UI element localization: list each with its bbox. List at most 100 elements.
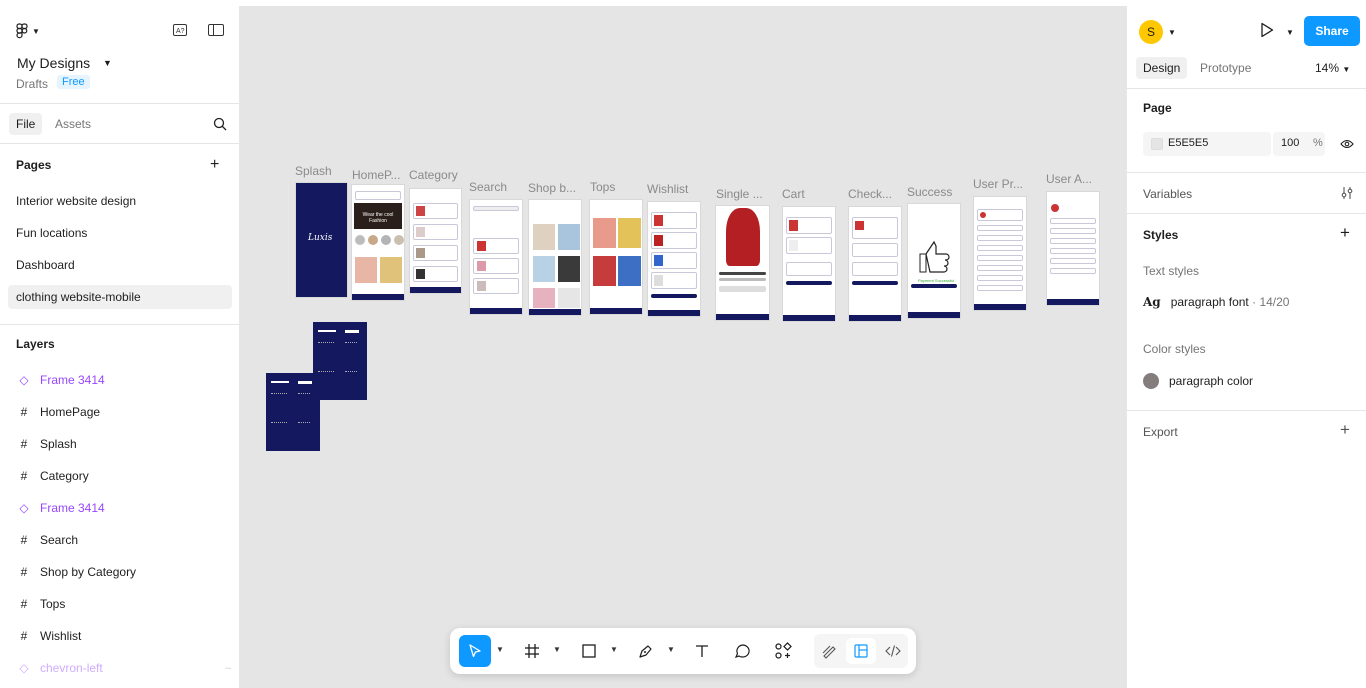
page-opacity-field[interactable]: 100 % xyxy=(1273,132,1325,156)
page-item[interactable]: Interior website design xyxy=(8,189,232,213)
text-icon xyxy=(696,645,708,657)
frame-single-product[interactable] xyxy=(715,205,770,321)
zoom-value: 14% xyxy=(1315,61,1340,75)
layer-item[interactable]: # Shop by Category xyxy=(16,560,232,584)
frame-splash[interactable]: Luxis xyxy=(295,182,348,298)
frame-label[interactable]: Check... xyxy=(848,187,892,201)
page-item[interactable]: Dashboard xyxy=(8,253,232,277)
frame-tool[interactable] xyxy=(516,635,548,667)
avatar[interactable]: S xyxy=(1139,20,1163,44)
chevron-down-icon[interactable]: ▼ xyxy=(553,645,561,654)
layer-item[interactable]: ◇ chevron-left ∼ xyxy=(16,656,232,680)
chevron-down-icon[interactable]: ▼ xyxy=(496,645,504,654)
divider xyxy=(0,324,240,325)
frame-label[interactable]: Category xyxy=(409,168,458,182)
actions-tool[interactable] xyxy=(767,635,799,667)
hidden-eye-icon[interactable]: ∼ xyxy=(224,656,232,680)
frame-search[interactable] xyxy=(469,199,523,315)
page-item-active[interactable]: clothing website-mobile xyxy=(8,285,232,309)
layer-item[interactable]: # Category xyxy=(16,464,232,488)
cursor-icon xyxy=(469,644,481,658)
tab-design[interactable]: Design xyxy=(1136,57,1188,79)
layer-item[interactable]: # Search xyxy=(16,528,232,552)
frame-label[interactable]: Search xyxy=(469,180,507,194)
color-swatch[interactable] xyxy=(1151,138,1163,150)
draw-mode[interactable] xyxy=(814,638,844,664)
shape-tool[interactable] xyxy=(573,635,605,667)
frame-label[interactable]: User A... xyxy=(1046,172,1092,186)
chevron-down-icon: ▼ xyxy=(32,26,40,36)
frame-footer-a[interactable] xyxy=(313,322,367,400)
tab-file[interactable]: File xyxy=(9,113,43,135)
frame-label[interactable]: Tops xyxy=(590,180,615,194)
layer-label: Category xyxy=(40,469,89,483)
project-title[interactable]: My Designs xyxy=(17,55,90,71)
text-tool[interactable] xyxy=(686,635,718,667)
frame-category[interactable] xyxy=(409,188,462,294)
frame-label[interactable]: Shop b... xyxy=(528,181,576,195)
frame-user-account[interactable] xyxy=(1046,191,1100,306)
variables-button[interactable] xyxy=(1337,183,1357,203)
layer-item[interactable]: # Wishlist xyxy=(16,624,232,648)
zoom-dropdown[interactable]: 14% ▼ xyxy=(1315,61,1350,75)
frame-tops[interactable] xyxy=(589,199,643,315)
play-icon xyxy=(1261,22,1274,38)
frame-label[interactable]: Splash xyxy=(295,164,332,178)
frame-label[interactable]: Cart xyxy=(782,187,805,201)
layer-item[interactable]: # Tops xyxy=(16,592,232,616)
layer-item[interactable]: ◇ Frame 3414 xyxy=(16,368,232,392)
frame-wishlist[interactable] xyxy=(647,201,701,317)
move-tool[interactable] xyxy=(459,635,491,667)
frame-label[interactable]: Success xyxy=(907,185,952,199)
color-style-item[interactable]: paragraph color xyxy=(1143,373,1253,389)
page-item[interactable]: Fun locations xyxy=(8,221,232,245)
layer-item[interactable]: ◇ Frame 3414 xyxy=(16,496,232,520)
tab-assets[interactable]: Assets xyxy=(55,117,91,131)
frame-icon: # xyxy=(20,469,28,483)
search-button[interactable] xyxy=(210,114,230,134)
frame-footer-b[interactable] xyxy=(266,373,320,451)
chevron-down-icon[interactable]: ▼ xyxy=(1168,28,1176,37)
frame-checkout[interactable] xyxy=(848,206,902,322)
dev-mode[interactable] xyxy=(878,638,908,664)
layer-item[interactable]: # Splash xyxy=(16,432,232,456)
page-section-title: Page xyxy=(1143,101,1172,115)
layer-item[interactable]: # HomePage xyxy=(16,400,232,424)
chevron-down-icon[interactable]: ▼ xyxy=(103,58,112,68)
splash-brand: Luxis xyxy=(308,233,333,243)
chevron-down-icon[interactable]: ▼ xyxy=(667,645,675,654)
frame-cart[interactable] xyxy=(782,206,836,322)
share-button[interactable]: Share xyxy=(1304,16,1360,46)
text-style-item[interactable]: Ag paragraph font · 14/20 xyxy=(1143,295,1289,309)
frame-label[interactable]: Wishlist xyxy=(647,182,688,196)
visibility-toggle[interactable] xyxy=(1337,134,1357,154)
pen-tool[interactable] xyxy=(630,635,662,667)
toggle-sidebar-button[interactable] xyxy=(206,20,226,40)
comment-tool[interactable] xyxy=(727,635,759,667)
tab-prototype[interactable]: Prototype xyxy=(1200,61,1251,75)
divider xyxy=(1127,213,1366,214)
drafts-link[interactable]: Drafts xyxy=(16,77,48,91)
frame-success[interactable]: Payment Successful xyxy=(907,203,961,319)
frame-label[interactable]: User Pr... xyxy=(973,177,1023,191)
figma-menu-button[interactable]: ▼ xyxy=(16,23,44,39)
design-canvas[interactable]: Splash HomeP... Category Search Shop b..… xyxy=(240,6,1126,688)
add-style-icon[interactable]: + xyxy=(1340,223,1350,243)
frame-label[interactable]: Single ... xyxy=(716,187,763,201)
design-mode[interactable] xyxy=(846,638,876,664)
frame-homepage[interactable]: Wear the cool Fashion xyxy=(351,184,405,301)
chevron-down-icon[interactable]: ▼ xyxy=(610,645,618,654)
frame-shop-by-category[interactable] xyxy=(528,199,582,316)
page-color-field[interactable]: E5E5E5 xyxy=(1143,132,1271,156)
eye-icon xyxy=(1340,139,1354,149)
chevron-down-icon[interactable]: ▼ xyxy=(1286,28,1294,37)
add-page-icon[interactable]: + xyxy=(210,156,219,174)
font-toggle-button[interactable]: A? xyxy=(170,20,190,40)
sliders-icon xyxy=(1341,187,1353,199)
frame-label[interactable]: HomeP... xyxy=(352,168,400,182)
frame-user-profile[interactable] xyxy=(973,196,1027,311)
add-export-icon[interactable]: + xyxy=(1340,420,1350,440)
plan-badge: Free xyxy=(57,75,90,89)
variables-title[interactable]: Variables xyxy=(1143,187,1192,201)
present-button[interactable] xyxy=(1257,20,1277,40)
